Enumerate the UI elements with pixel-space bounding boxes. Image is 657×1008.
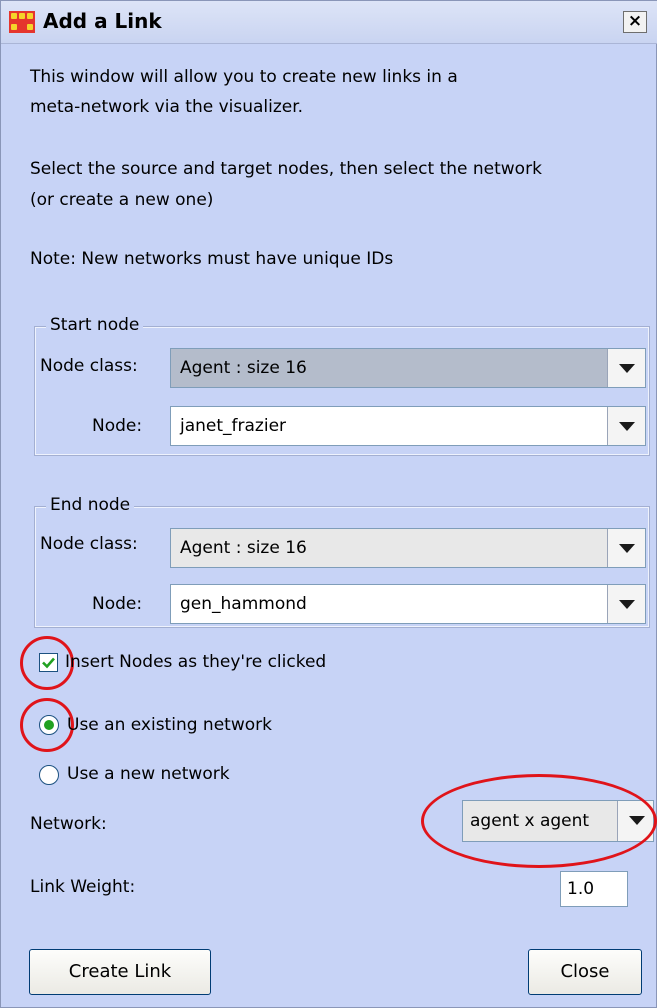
add-link-dialog: Add a Link × This window will allow you … bbox=[0, 0, 657, 1008]
start-node-class-value: Agent : size 16 bbox=[180, 358, 307, 378]
start-node-value: janet_frazier bbox=[180, 416, 287, 436]
close-window-icon[interactable]: × bbox=[623, 11, 647, 33]
start-node-class-label: Node class: bbox=[40, 356, 138, 376]
chevron-down-icon[interactable] bbox=[607, 407, 645, 445]
intro-text-line: Select the source and target nodes, then… bbox=[30, 159, 542, 179]
intro-text-line: (or create a new one) bbox=[30, 190, 214, 210]
insert-nodes-label[interactable]: Insert Nodes as they're clicked bbox=[65, 652, 326, 672]
note-text: Note: New networks must have unique IDs bbox=[30, 249, 394, 269]
intro-text-line: meta-network via the visualizer. bbox=[30, 97, 304, 117]
end-node-class-label: Node class: bbox=[40, 534, 138, 554]
chevron-down-icon[interactable] bbox=[617, 801, 653, 841]
start-node-select[interactable]: janet_frazier bbox=[170, 406, 646, 446]
start-node-title: Start node bbox=[46, 315, 144, 335]
end-node-class-select[interactable]: Agent : size 16 bbox=[170, 528, 646, 568]
link-weight-input[interactable] bbox=[560, 871, 628, 907]
insert-nodes-checkbox[interactable] bbox=[39, 653, 58, 672]
window-title: Add a Link bbox=[43, 9, 162, 33]
use-existing-network-radio[interactable] bbox=[39, 715, 59, 735]
start-node-class-select[interactable]: Agent : size 16 bbox=[170, 348, 646, 388]
start-node-group: Start node Node class: Agent : size 16 N… bbox=[34, 315, 650, 456]
link-weight-label: Link Weight: bbox=[30, 877, 136, 897]
start-node-label: Node: bbox=[92, 416, 143, 436]
chevron-down-icon[interactable] bbox=[607, 529, 645, 567]
title-bar: Add a Link × bbox=[1, 1, 657, 44]
app-logo-icon bbox=[9, 11, 35, 33]
chevron-down-icon[interactable] bbox=[607, 349, 645, 387]
create-link-button[interactable]: Create Link bbox=[29, 949, 211, 995]
chevron-down-icon[interactable] bbox=[607, 585, 645, 623]
use-new-network-radio[interactable] bbox=[39, 765, 59, 785]
end-node-value: gen_hammond bbox=[180, 594, 307, 614]
use-new-network-label[interactable]: Use a new network bbox=[67, 764, 230, 784]
radio-selected-dot bbox=[44, 720, 54, 730]
end-node-class-value: Agent : size 16 bbox=[180, 538, 307, 558]
network-value: agent x agent bbox=[470, 811, 590, 831]
end-node-label: Node: bbox=[92, 594, 143, 614]
use-existing-network-label[interactable]: Use an existing network bbox=[67, 715, 272, 735]
end-node-select[interactable]: gen_hammond bbox=[170, 584, 646, 624]
checkmark-icon bbox=[42, 657, 55, 669]
end-node-title: End node bbox=[46, 495, 135, 515]
network-label: Network: bbox=[30, 814, 107, 834]
link-weight-field[interactable] bbox=[561, 872, 627, 906]
intro-text-line: This window will allow you to create new… bbox=[30, 67, 458, 87]
network-select[interactable]: agent x agent bbox=[462, 800, 654, 842]
close-button[interactable]: Close bbox=[528, 949, 642, 995]
end-node-group: End node Node class: Agent : size 16 Nod… bbox=[34, 495, 650, 628]
